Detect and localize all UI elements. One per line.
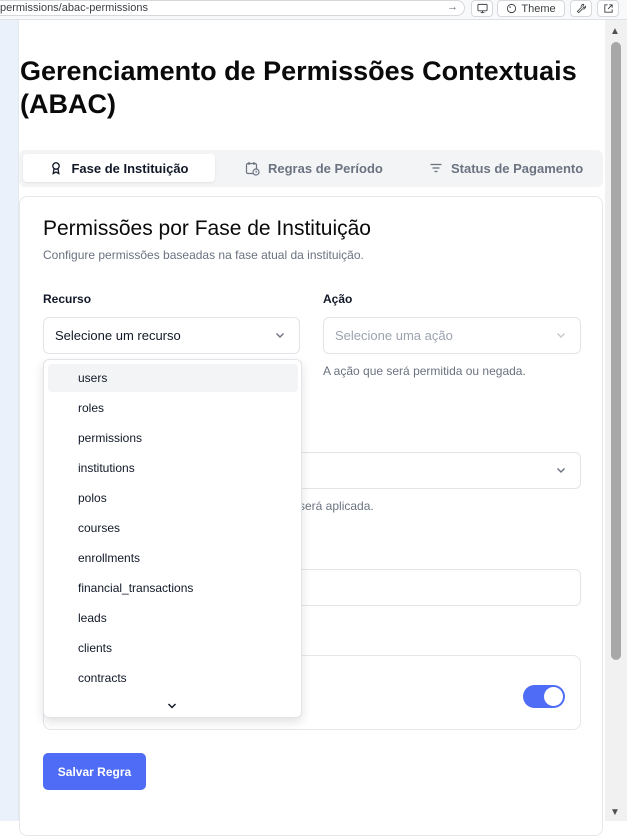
option-enrollments[interactable]: enrollments [48,544,298,572]
tab-status-pagamento[interactable]: Status de Pagamento [429,154,583,182]
theme-label: Theme [521,2,556,15]
resource-select[interactable]: Selecione um recurso [43,317,300,354]
arrow-right-icon[interactable]: → [447,1,458,13]
tab-list: Fase de Instituição Regras de Período St… [19,150,603,187]
calendar-clock-icon [245,161,260,176]
toggle-knob [544,687,563,706]
theme-button[interactable]: Theme [497,0,565,17]
option-courses[interactable]: courses [48,514,298,542]
option-financial-transactions[interactable]: financial_transactions [48,574,298,602]
external-link-icon[interactable] [597,0,619,17]
card-description: Configure permissões baseadas na fase at… [43,248,364,262]
option-polos[interactable]: polos [48,484,298,512]
tab-label: Status de Pagamento [451,160,584,176]
scroll-thumb[interactable] [611,42,621,660]
chevron-down-icon [557,333,565,338]
side-panel-edge [0,20,19,821]
card-title: Permissões por Fase de Instituição [43,217,371,240]
resource-dropdown: users roles permissions institutions pol… [43,359,302,718]
action-helper-text: A ação que será permitida ou negada. [323,364,526,378]
action-label: Ação [323,292,353,306]
option-clients[interactable]: clients [48,634,298,662]
page-scrollbar[interactable]: ▲ ▼ [605,20,627,821]
chevron-down-icon [276,333,284,338]
option-leads[interactable]: leads [48,604,298,632]
option-roles[interactable]: roles [48,394,298,422]
resource-select-value: Selecione um recurso [55,328,181,343]
option-institutions[interactable]: institutions [48,454,298,482]
option-permissions[interactable]: permissions [48,424,298,452]
action-select-value: Selecione uma ação [335,328,453,343]
resource-label: Recurso [43,292,92,306]
chevron-down-icon[interactable] [166,700,178,712]
url-text: permissions/abac-permissions [0,2,148,14]
browser-toolbar: permissions/abac-permissions → Theme [0,0,627,20]
tab-fase-instituicao[interactable]: Fase de Instituição [23,154,215,182]
tab-regras-periodo[interactable]: Regras de Período [245,154,383,182]
address-bar[interactable]: permissions/abac-permissions → [0,0,465,16]
page-title: Gerenciamento de Permissões Contextuais … [20,56,577,119]
award-icon [52,162,61,175]
scroll-up-icon[interactable]: ▲ [610,26,620,37]
save-rule-button[interactable]: Salvar Regra [43,753,146,790]
allow-toggle-switch[interactable] [523,685,565,708]
palette-icon [507,3,517,14]
phase-helper-text: será aplicada. [299,499,374,513]
filter-icon [430,163,442,173]
scroll-down-icon[interactable]: ▼ [610,807,620,818]
wrench-icon[interactable] [570,0,592,17]
option-contracts[interactable]: contracts [48,664,298,692]
chevron-down-icon [557,468,565,473]
action-select[interactable]: Selecione uma ação [323,317,581,354]
monitor-icon[interactable] [471,0,493,17]
tab-label: Fase de Instituição [71,160,189,176]
option-users[interactable]: users [48,364,298,392]
tab-label: Regras de Período [268,160,383,176]
